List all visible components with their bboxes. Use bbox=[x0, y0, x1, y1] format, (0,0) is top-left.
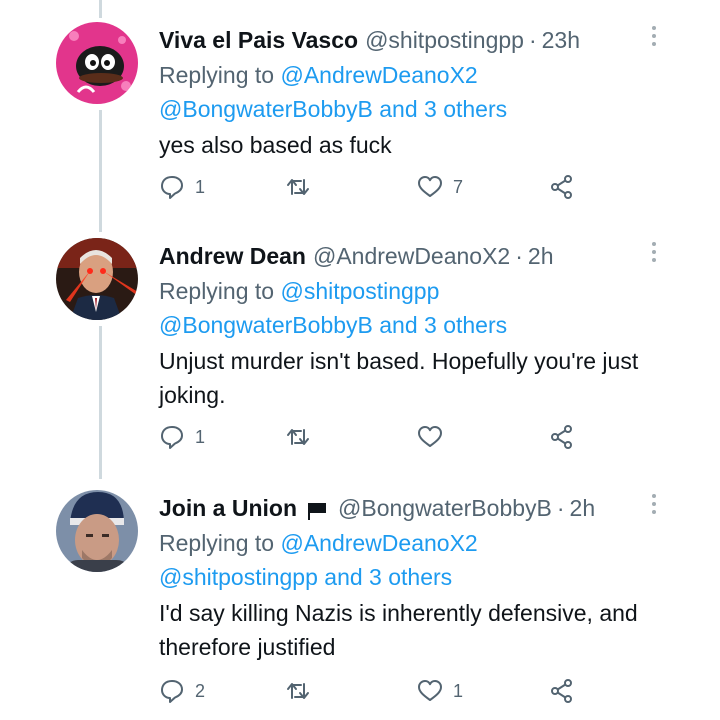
replying-others-link[interactable]: 3 others bbox=[424, 312, 507, 338]
like-count: 1 bbox=[453, 680, 464, 701]
replying-to-line-2: @BongwaterBobbyB and 3 others bbox=[159, 92, 659, 126]
like-button[interactable] bbox=[417, 424, 453, 450]
reply-count: 1 bbox=[195, 176, 206, 197]
replying-and-text[interactable]: and bbox=[379, 96, 417, 122]
like-button[interactable]: 7 bbox=[417, 174, 463, 200]
display-name[interactable]: Join a Union bbox=[159, 495, 297, 522]
heart-icon bbox=[418, 176, 442, 197]
separator-dot: · bbox=[515, 242, 523, 269]
avatar[interactable] bbox=[56, 22, 138, 104]
replying-to-label: Replying to bbox=[159, 62, 275, 88]
heart-icon bbox=[418, 426, 442, 447]
replying-to-line: Replying to @shitpostingpp bbox=[159, 274, 659, 308]
retweet-icon bbox=[287, 429, 309, 445]
black-flag-icon bbox=[307, 499, 327, 520]
replying-to-user-link[interactable]: @shitpostingpp bbox=[280, 278, 439, 304]
tweet-text: Unjust murder isn't based. Hopefully you… bbox=[159, 348, 639, 408]
replying-to-line: Replying to @AndrewDeanoX2 bbox=[159, 526, 659, 560]
tweet-actions: 1 7 bbox=[159, 174, 599, 204]
avatar[interactable] bbox=[56, 238, 138, 320]
avatar[interactable] bbox=[56, 490, 138, 572]
retweet-icon bbox=[287, 179, 309, 195]
timestamp[interactable]: 2h bbox=[570, 495, 596, 522]
display-name[interactable]: Viva el Pais Vasco bbox=[159, 27, 358, 54]
replying-to-user-link[interactable]: @BongwaterBobbyB bbox=[159, 96, 373, 122]
replying-and-text[interactable]: and bbox=[379, 312, 417, 338]
reply-count: 1 bbox=[195, 426, 206, 447]
tweet-header: Viva el Pais Vasco @shitpostingpp · 23h bbox=[159, 22, 659, 58]
replying-to-line-2: @shitpostingpp and 3 others bbox=[159, 560, 659, 594]
tweet[interactable]: Join a Union @BongwaterBobbyB · 2h Reply… bbox=[0, 490, 720, 718]
share-button[interactable] bbox=[549, 678, 575, 704]
tweet-header: Join a Union @BongwaterBobbyB · 2h bbox=[159, 490, 659, 526]
thread-connector-line bbox=[99, 0, 102, 18]
share-button[interactable] bbox=[549, 174, 575, 200]
separator-dot: · bbox=[556, 494, 565, 521]
reply-icon bbox=[161, 426, 183, 449]
timestamp[interactable]: 23h bbox=[542, 27, 580, 54]
tweet[interactable]: Viva el Pais Vasco @shitpostingpp · 23h … bbox=[0, 22, 720, 212]
share-icon bbox=[551, 679, 572, 703]
retweet-button[interactable] bbox=[285, 424, 321, 450]
more-vertical-icon[interactable] bbox=[644, 240, 664, 264]
retweet-button[interactable] bbox=[285, 174, 321, 200]
username[interactable]: @AndrewDeanoX2 bbox=[313, 243, 510, 270]
username[interactable]: @shitpostingpp bbox=[365, 27, 524, 54]
share-icon bbox=[551, 175, 572, 199]
replying-to-label: Replying to bbox=[159, 278, 275, 304]
heart-icon bbox=[418, 680, 442, 701]
tweet-actions: 2 1 bbox=[159, 678, 599, 708]
reply-button[interactable]: 2 bbox=[159, 678, 205, 704]
like-count: 7 bbox=[453, 176, 464, 197]
replying-to-user-link[interactable]: @AndrewDeanoX2 bbox=[280, 62, 477, 88]
retweet-icon bbox=[287, 683, 309, 699]
tweet-text: yes also based as fuck bbox=[159, 132, 392, 158]
username[interactable]: @BongwaterBobbyB bbox=[338, 495, 552, 522]
reply-button[interactable]: 1 bbox=[159, 174, 205, 200]
replying-to-line-2: @BongwaterBobbyB and 3 others bbox=[159, 308, 659, 342]
separator-dot: · bbox=[528, 26, 537, 53]
replying-to-user-link[interactable]: @BongwaterBobbyB bbox=[159, 312, 373, 338]
reply-button[interactable]: 1 bbox=[159, 424, 205, 450]
share-icon bbox=[551, 425, 572, 449]
replying-others-link[interactable]: 3 others bbox=[424, 96, 507, 122]
more-vertical-icon[interactable] bbox=[644, 24, 664, 48]
share-button[interactable] bbox=[549, 424, 575, 450]
more-vertical-icon[interactable] bbox=[644, 492, 664, 516]
tweet-text: I'd say killing Nazis is inherently defe… bbox=[159, 600, 638, 660]
tweet[interactable]: Andrew Dean @AndrewDeanoX2 · 2h Replying… bbox=[0, 238, 720, 468]
reply-icon bbox=[161, 176, 183, 199]
retweet-button[interactable] bbox=[285, 678, 321, 704]
replying-to-line: Replying to @AndrewDeanoX2 bbox=[159, 58, 659, 92]
tweet-header: Andrew Dean @AndrewDeanoX2 · 2h bbox=[159, 238, 659, 274]
replying-and-text[interactable]: and bbox=[324, 564, 362, 590]
replying-to-user-link[interactable]: @AndrewDeanoX2 bbox=[280, 530, 477, 556]
replying-to-user-link[interactable]: @shitpostingpp bbox=[159, 564, 318, 590]
replying-others-link[interactable]: 3 others bbox=[369, 564, 452, 590]
timestamp[interactable]: 2h bbox=[528, 243, 554, 270]
tweet-actions: 1 bbox=[159, 424, 599, 454]
like-button[interactable]: 1 bbox=[417, 678, 463, 704]
reply-count: 2 bbox=[195, 680, 206, 701]
replying-to-label: Replying to bbox=[159, 530, 275, 556]
reply-icon bbox=[161, 680, 183, 703]
display-name[interactable]: Andrew Dean bbox=[159, 243, 306, 270]
